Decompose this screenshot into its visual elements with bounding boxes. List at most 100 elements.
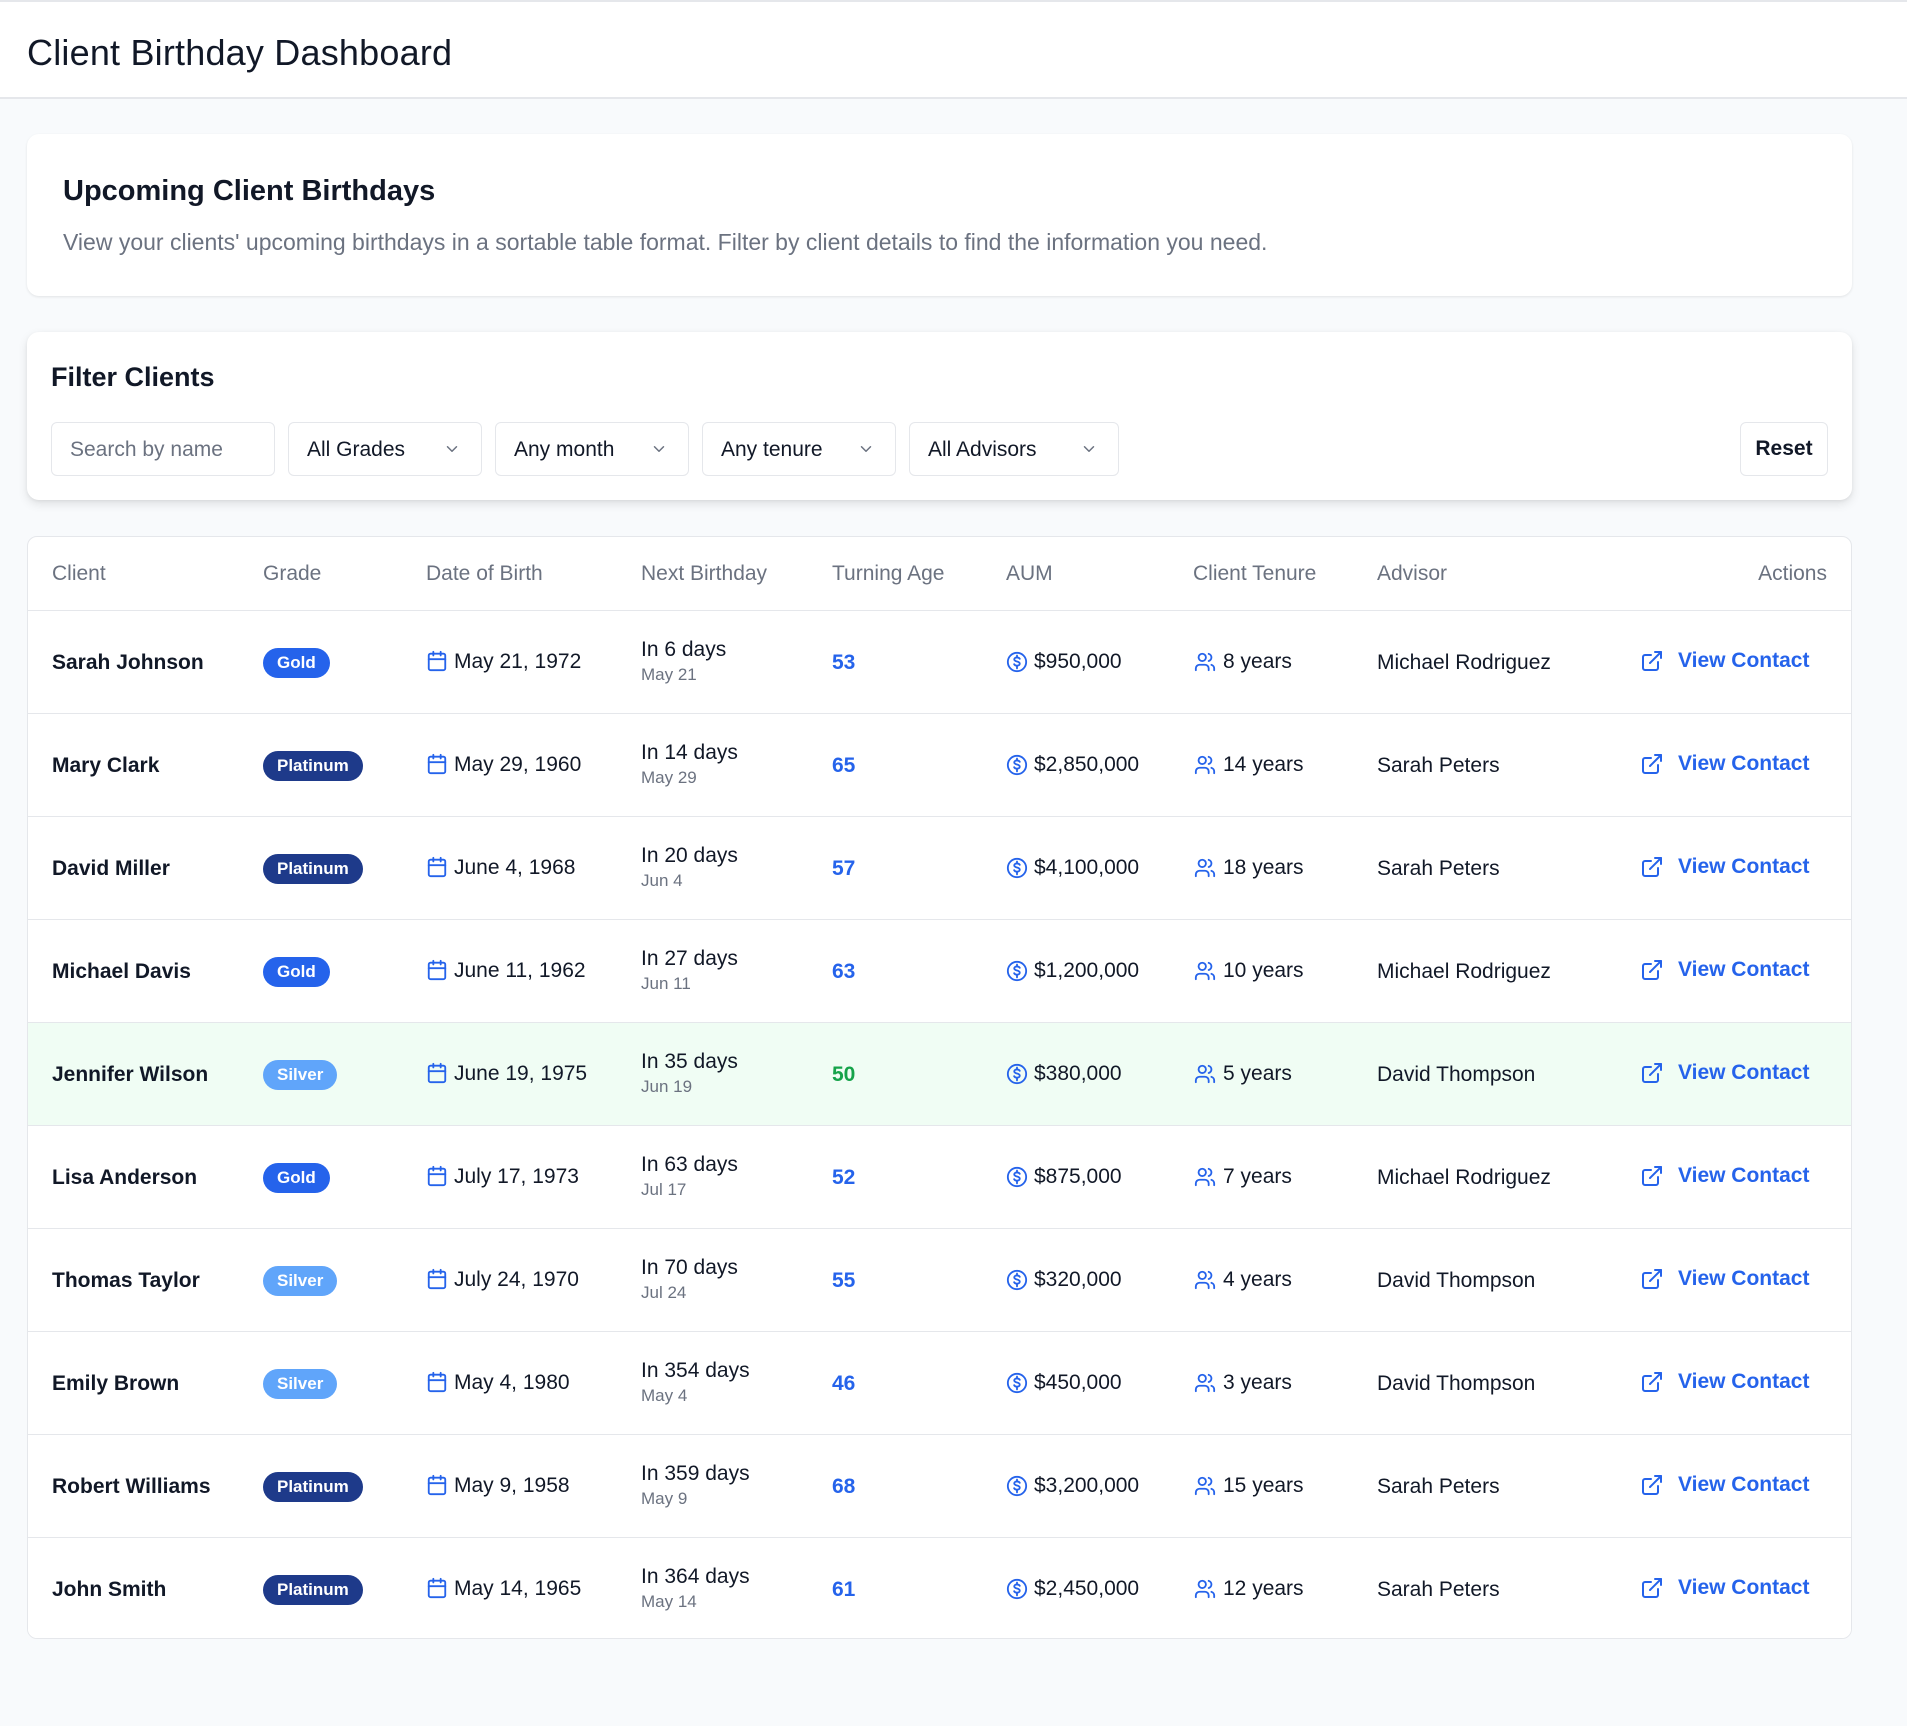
reset-button[interactable]: Reset [1740,422,1828,476]
header-advisor[interactable]: Advisor [1377,562,1447,586]
dollar-circle-icon [1006,1578,1028,1600]
advisor-name: Michael Rodriguez [1377,960,1551,983]
table-row[interactable]: Emily Brown Silver May 4, 1980 In 354 days M… [28,1332,1851,1435]
turning-age: 65 [832,754,856,777]
top-bar: Client Birthday Dashboard [0,0,1907,99]
grade-select[interactable]: All Grades [288,422,482,476]
next-birthday: In 14 days May 29 [641,741,738,788]
advisor-select[interactable]: All Advisors [909,422,1119,476]
users-icon [1194,961,1216,981]
view-contact-link[interactable]: View Contact [1640,1473,1809,1497]
external-link-icon [1642,754,1662,774]
next-birthday-date: May 9 [641,1489,688,1508]
external-link-icon [1642,651,1662,671]
client-name: Jennifer Wilson [52,1063,209,1086]
advisor-name: Sarah Peters [1377,1578,1500,1601]
view-contact-link[interactable]: View Contact [1640,649,1809,673]
dollar-circle-icon [1006,1372,1028,1394]
table-row[interactable]: Michael Davis Gold June 11, 1962 In 27 days… [28,920,1851,1023]
turning-age: 50 [832,1063,856,1086]
dollar-circle-icon [1006,857,1028,879]
header-grade[interactable]: Grade [263,562,321,586]
aum-text: $450,000 [1034,1371,1122,1394]
calendar-icon [427,1577,447,1598]
table-row[interactable]: Mary Clark Platinum May 29, 1960 In 14 days… [28,714,1851,817]
tenure-select[interactable]: Any tenure [702,422,896,476]
header-aum[interactable]: AUM [1006,562,1053,586]
view-contact-link[interactable]: View Contact [1640,752,1809,776]
view-contact-label: View Contact [1678,1061,1810,1084]
header-dob[interactable]: Date of Birth [426,562,543,586]
dob-text: July 17, 1973 [454,1165,579,1188]
view-contact-link[interactable]: View Contact [1640,1370,1809,1394]
external-link-icon [1642,1063,1662,1083]
grade-badge: Platinum [263,1575,363,1605]
client-tenure: 5 years [1193,1062,1292,1086]
grade-badge: Platinum [263,1472,363,1502]
month-select[interactable]: Any month [495,422,689,476]
calendar-icon [427,1268,447,1289]
aum-text: $875,000 [1034,1165,1122,1188]
users-icon [1194,1476,1216,1496]
dob-text: May 29, 1960 [454,753,582,776]
chevron-down-icon [860,446,872,452]
users-icon [1194,652,1216,672]
view-contact-link[interactable]: View Contact [1640,1164,1809,1188]
turning-age: 63 [832,960,856,983]
client-tenure: 7 years [1193,1165,1292,1189]
view-contact-link[interactable]: View Contact [1640,958,1809,982]
tenure-text: 5 years [1223,1062,1292,1085]
aum: $2,450,000 [1006,1577,1139,1601]
header-tenure[interactable]: Client Tenure [1193,562,1316,586]
next-birthday-relative: In 359 days [641,1462,750,1485]
users-icon [1194,755,1216,775]
tenure-text: 3 years [1223,1371,1292,1394]
client-name: David Miller [52,857,170,880]
header-next-birthday[interactable]: Next Birthday [641,562,767,586]
external-link-icon [1642,1269,1662,1289]
aum: $3,200,000 [1006,1474,1139,1498]
filter-title: Filter Clients [51,362,215,392]
table-row[interactable]: Lisa Anderson Gold July 17, 1973 In 63 days… [28,1126,1851,1229]
dob-text: June 19, 1975 [454,1062,588,1085]
search-input[interactable]: Search by name [51,422,275,476]
grade-badge: Silver [263,1369,338,1399]
view-contact-link[interactable]: View Contact [1640,1267,1809,1291]
dob-text: May 14, 1965 [454,1577,582,1600]
view-contact-link[interactable]: View Contact [1640,1061,1809,1085]
chevron-down-icon [653,446,665,452]
header-turning-age[interactable]: Turning Age [832,562,944,586]
tenure-text: 7 years [1223,1165,1292,1188]
dob-text: July 24, 1970 [454,1268,579,1291]
view-contact-link[interactable]: View Contact [1640,1576,1809,1600]
next-birthday: In 6 days May 21 [641,638,726,685]
dob-text: May 4, 1980 [454,1371,570,1394]
intro-card: Upcoming Client Birthdays View your clie… [27,134,1852,296]
turning-age: 53 [832,651,856,674]
aum: $4,100,000 [1006,856,1139,880]
aum-text: $2,850,000 [1034,753,1140,776]
turning-age: 55 [832,1269,856,1292]
table-row[interactable]: Jennifer Wilson Silver June 19, 1975 In 35 … [28,1023,1851,1126]
view-contact-label: View Contact [1678,855,1810,878]
tenure-text: 15 years [1223,1474,1304,1497]
client-tenure: 15 years [1193,1474,1304,1498]
dollar-circle-icon [1006,754,1028,776]
aum-text: $2,450,000 [1034,1577,1140,1600]
turning-age: 68 [832,1475,856,1498]
header-client[interactable]: Client [52,562,106,586]
view-contact-link[interactable]: View Contact [1640,855,1809,879]
calendar-icon [427,1371,447,1392]
advisor-name: David Thompson [1377,1063,1536,1086]
table-row[interactable]: Robert Williams Platinum May 9, 1958 In 359… [28,1435,1851,1538]
next-birthday-relative: In 354 days [641,1359,750,1382]
next-birthday-relative: In 364 days [641,1565,750,1588]
table-row[interactable]: Sarah Johnson Gold May 21, 1972 In 6 days Ma… [28,611,1851,714]
table-row[interactable]: John Smith Platinum May 14, 1965 In 364 day… [28,1538,1851,1638]
aum-text: $1,200,000 [1034,959,1140,982]
table-row[interactable]: Thomas Taylor Silver July 24, 1970 In 70 da… [28,1229,1851,1332]
table-row[interactable]: David Miller Platinum June 4, 1968 In 20 da… [28,817,1851,920]
external-link-icon [1642,857,1662,877]
next-birthday-date: May 4 [641,1386,688,1405]
client-tenure: 14 years [1193,753,1304,777]
